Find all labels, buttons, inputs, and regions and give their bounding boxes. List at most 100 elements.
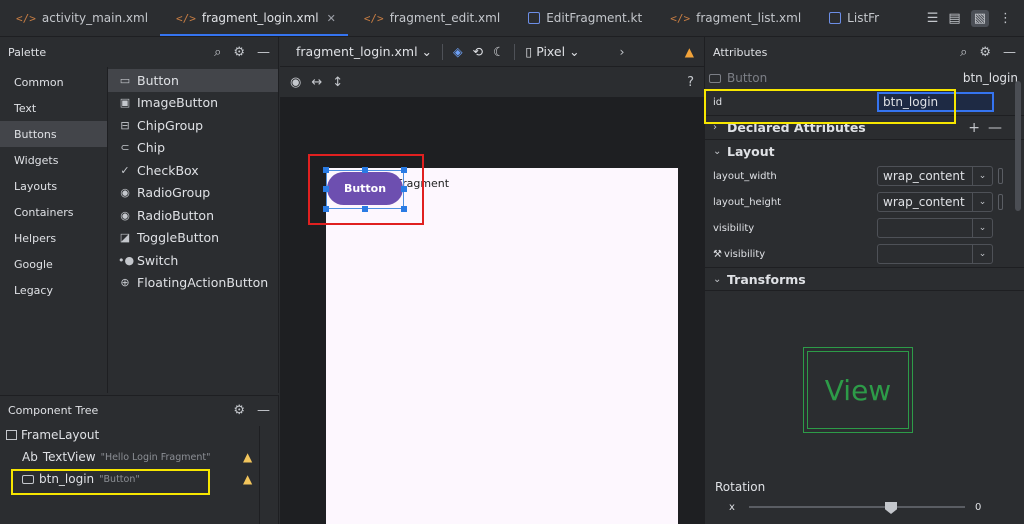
tab-fragment-login[interactable]: </> fragment_login.xml ✕	[160, 0, 348, 36]
category-legacy[interactable]: Legacy	[0, 277, 107, 303]
minimize-icon[interactable]: —	[257, 403, 270, 418]
component-type: Button	[727, 71, 768, 85]
tab-fragment-edit[interactable]: </> fragment_edit.xml	[348, 0, 512, 36]
item-label: Chip	[137, 140, 166, 156]
palette-item-button[interactable]: ▭ Button	[108, 69, 278, 92]
layout-width-select[interactable]: wrap_content ⌄	[877, 166, 993, 186]
gear-icon[interactable]: ⚙	[233, 45, 245, 60]
slider-thumb[interactable]	[885, 502, 897, 514]
gear-icon[interactable]: ⚙	[233, 403, 245, 418]
palette-item-checkbox[interactable]: ✓ CheckBox	[108, 159, 278, 182]
close-icon[interactable]: ✕	[327, 12, 336, 25]
checkmark-icon: ✓	[120, 163, 130, 177]
xml-file-icon: </>	[16, 11, 36, 25]
minimize-icon[interactable]: —	[1003, 45, 1016, 60]
tab-activity-main[interactable]: </> activity_main.xml	[0, 0, 160, 36]
palette-item-togglebutton[interactable]: ◪ ToggleButton	[108, 227, 278, 250]
attr-row-layout-width: layout_width wrap_content ⌄	[705, 163, 1024, 189]
search-icon[interactable]: ⌕	[960, 45, 967, 60]
palette-item-switch[interactable]: •● Switch	[108, 249, 278, 272]
more-options-icon[interactable]: ⋮	[999, 11, 1012, 26]
code-view-icon[interactable]: ☰	[927, 11, 939, 26]
palette-item-fab[interactable]: ⊕ FloatingActionButton	[108, 272, 278, 295]
resource-picker-button[interactable]	[998, 194, 1003, 210]
help-icon[interactable]: ?	[687, 75, 694, 90]
category-common[interactable]: Common	[0, 69, 107, 95]
split-view-icon[interactable]: ▤	[948, 11, 960, 26]
tools-visibility-select[interactable]: ⌄	[877, 244, 993, 264]
tab-fragment-list[interactable]: </> fragment_list.xml	[654, 0, 813, 36]
category-buttons[interactable]: Buttons	[0, 121, 107, 147]
chip-icon: ⊂	[120, 141, 130, 155]
canvas-highlight-box	[308, 154, 424, 225]
warning-icon[interactable]: ▲	[243, 450, 252, 464]
tab-label: EditFragment.kt	[546, 11, 643, 25]
switch-icon: •●	[118, 253, 135, 267]
orientation-icon[interactable]: ⟲	[473, 44, 483, 59]
add-icon[interactable]: +	[968, 120, 980, 136]
section-transforms[interactable]: ⌄ Transforms	[705, 267, 1024, 291]
file-selector[interactable]: fragment_login.xml ⌄	[296, 44, 432, 59]
chevron-right-icon[interactable]: ›	[620, 44, 625, 59]
minimize-icon[interactable]: —	[257, 45, 270, 60]
tab-label: ListFr	[847, 11, 880, 25]
tree-node-textview[interactable]: Ab TextView "Hello Login Fragment" ▲	[0, 446, 278, 468]
attr-label: layout_height	[713, 196, 782, 208]
tab-label: fragment_list.xml	[696, 11, 802, 25]
eye-icon[interactable]: ◉	[290, 75, 301, 90]
visibility-select[interactable]: ⌄	[877, 218, 993, 238]
horizontal-resize-icon[interactable]: ↔	[311, 75, 322, 90]
divider	[442, 43, 443, 60]
category-google[interactable]: Google	[0, 251, 107, 277]
tree-node-framelayout[interactable]: FrameLayout	[0, 424, 278, 446]
item-label: FloatingActionButton	[137, 275, 269, 291]
radio-icon: ◉	[120, 208, 130, 222]
palette-item-radiobutton[interactable]: ◉ RadioButton	[108, 204, 278, 227]
design-editor: fragment_login.xml ⌄ ◈ ⟲ ☾ ▯ Pixel ⌄ › ▲…	[280, 37, 704, 524]
item-label: RadioGroup	[137, 185, 211, 201]
vertical-resize-icon[interactable]: ↕	[332, 75, 343, 90]
item-label: Switch	[137, 252, 179, 268]
attr-label: visibility	[723, 248, 766, 260]
section-layout[interactable]: ⌄ Layout	[705, 139, 1024, 163]
device-selector[interactable]: ▯ Pixel ⌄	[525, 44, 579, 59]
category-layouts[interactable]: Layouts	[0, 173, 107, 199]
rotation-label: Rotation	[715, 480, 766, 494]
kotlin-file-icon	[528, 12, 541, 24]
component-tree-title: Component Tree	[8, 403, 99, 417]
palette-item-radiogroup[interactable]: ◉ RadioGroup	[108, 182, 278, 205]
text-view-icon: Ab	[22, 450, 38, 464]
palette-item-chipgroup[interactable]: ⊟ ChipGroup	[108, 114, 278, 137]
view-mode-switcher: ☰ ▤ ▧ ⋮	[927, 0, 1024, 36]
rotation-x-slider[interactable]	[749, 502, 965, 514]
attr-label: visibility	[713, 222, 755, 234]
layout-height-select[interactable]: wrap_content ⌄	[877, 192, 993, 212]
warning-icon[interactable]: ▲	[685, 45, 694, 59]
layers-icon[interactable]: ◈	[453, 44, 463, 59]
night-mode-icon[interactable]: ☾	[493, 44, 504, 59]
attr-row-visibility: visibility ⌄	[705, 215, 1024, 241]
attributes-scrollbar[interactable]	[1015, 81, 1021, 211]
category-widgets[interactable]: Widgets	[0, 147, 107, 173]
gear-icon[interactable]: ⚙	[979, 45, 991, 60]
palette-items: ▭ Button ▣ ImageButton ⊟ ChipGroup ⊂ Chip ✓ C…	[108, 67, 278, 393]
radio-icon: ◉	[120, 186, 130, 200]
resource-picker-button[interactable]	[998, 168, 1003, 184]
component-summary: Button btn_login	[705, 67, 1024, 89]
tab-list-fragment[interactable]: ListFr	[813, 0, 891, 36]
warning-icon[interactable]: ▲	[243, 472, 252, 486]
category-helpers[interactable]: Helpers	[0, 225, 107, 251]
palette-item-chip[interactable]: ⊂ Chip	[108, 137, 278, 160]
category-containers[interactable]: Containers	[0, 199, 107, 225]
remove-icon[interactable]: —	[988, 120, 1002, 136]
wrench-icon: ⚒	[713, 248, 722, 260]
design-view-icon[interactable]: ▧	[970, 9, 989, 27]
canvas-toolbar: ◉ ↔ ↕ ?	[280, 67, 704, 97]
tab-label: activity_main.xml	[41, 11, 149, 25]
tab-edit-fragment-kt[interactable]: EditFragment.kt	[512, 0, 654, 36]
search-icon[interactable]: ⌕	[214, 45, 221, 60]
category-text[interactable]: Text	[0, 95, 107, 121]
palette-item-imagebutton[interactable]: ▣ ImageButton	[108, 92, 278, 115]
editor-toolbar: fragment_login.xml ⌄ ◈ ⟲ ☾ ▯ Pixel ⌄ › ▲	[280, 37, 704, 67]
rotation-x-value: 0	[975, 501, 982, 513]
